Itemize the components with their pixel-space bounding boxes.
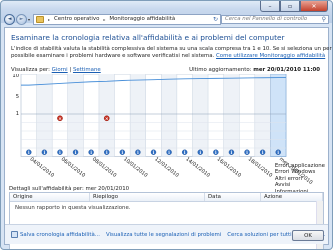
x-tick-label: 04/01/2010 (29, 156, 55, 178)
navigation-bar: ◄ ► ▾ ▸ Centro operativo ▸ Monitoraggio … (4, 13, 329, 25)
control-panel-window: – ▫ ✕ ◄ ► ▾ ▸ Centro operativo ▸ Monitor… (0, 0, 333, 250)
x-tick-label: 18/01/2010 (247, 156, 273, 178)
caption-buttons: – ▫ ✕ (260, 1, 328, 12)
footer-bar: Salva cronologia affidabilità... Visuali… (5, 224, 328, 244)
reliability-chart[interactable]: 10 5 1 × × i i i i i i i i i i i i i i i i i 04/01/2010 06/01/2… (11, 73, 327, 195)
page-title: Esaminare la cronologia relativa all'aff… (11, 33, 285, 42)
back-arrow-icon: ◄ (7, 16, 12, 22)
page-description: L'indice di stabilità valuta la stabilit… (11, 46, 332, 60)
last-update: Ultimo aggiornamento: mer 20/01/2010 11:… (189, 67, 320, 73)
y-tick-label: 10 (12, 74, 19, 79)
view-all-reports-label: Visualizza tutte le segnalazioni di prob… (105, 231, 222, 238)
breadcrumb-monitoraggio[interactable]: Monitoraggio affidabilità (107, 16, 177, 22)
column-shade (36, 74, 53, 157)
save-history-label: Salva cronologia affidabilità... (20, 231, 100, 238)
back-button[interactable]: ◄ (4, 13, 15, 25)
view-by-separator: | (69, 67, 72, 73)
column-riepilogo[interactable]: Riepilogo (90, 193, 205, 201)
column-shade (223, 74, 240, 157)
error-glyph: × (58, 116, 62, 122)
search-input[interactable]: Cerca nel Pannello di controllo ⚲ (221, 14, 329, 24)
column-shade (67, 74, 84, 157)
selected-column (270, 73, 287, 157)
chart-legend: Errori applicazione Errori Windows Altri… (275, 163, 325, 195)
search-placeholder: Cerca nel Pannello di controllo (225, 16, 308, 22)
column-shade (192, 74, 209, 157)
forward-arrow-icon: ► (19, 16, 24, 22)
maximize-button[interactable]: ▫ (280, 1, 300, 12)
chart-plot-area (20, 73, 287, 157)
view-by-label: Visualizza per: (11, 67, 50, 73)
description-text: possibile esaminare i problemi hardware … (11, 53, 215, 60)
column-shade (98, 74, 115, 157)
refresh-icon[interactable]: ↻ (213, 16, 218, 23)
search-icon[interactable]: ⚲ (322, 16, 326, 23)
view-by-weeks-link[interactable]: Settimane (73, 67, 101, 73)
column-data[interactable]: Data (205, 193, 261, 201)
last-update-value: mer 20/01/2010 11:00 (253, 67, 320, 73)
column-shade (254, 74, 271, 157)
breadcrumb-centro-operativo[interactable]: Centro operativo (52, 16, 101, 22)
view-by-selector: Visualizza per: Giorni | Settimane (11, 67, 101, 73)
y-tick-label: 1 (16, 111, 19, 117)
x-tick-label: 06/01/2010 (60, 156, 86, 178)
x-tick-label: 14/01/2010 (184, 156, 210, 178)
main-content: Esaminare la cronologia relativa all'aff… (4, 27, 332, 249)
x-tick-label: 12/01/2010 (153, 156, 179, 178)
view-by-days-link[interactable]: Giorni (52, 67, 68, 73)
help-link[interactable]: Come utilizzare Monitoraggio affidabilit… (216, 53, 325, 59)
y-tick-label: 5 (16, 94, 19, 100)
recent-pages-dropdown[interactable]: ▾ (28, 17, 30, 22)
empty-message: Nessun rapporto in questa visualizzazion… (15, 205, 131, 211)
column-shade (130, 74, 146, 157)
last-update-label: Ultimo aggiornamento: (189, 67, 252, 73)
ok-button[interactable]: OK (292, 230, 324, 241)
control-panel-icon (36, 15, 44, 23)
description-line-2: possibile esaminare i problemi hardware … (11, 53, 329, 60)
column-azione[interactable]: Azione (261, 193, 323, 201)
column-origine[interactable]: Origine (10, 193, 90, 201)
x-tick-label: 10/01/2010 (122, 156, 148, 178)
close-button[interactable]: ✕ (300, 1, 328, 12)
save-history-link[interactable]: Salva cronologia affidabilità... (11, 231, 100, 238)
forward-button[interactable]: ► (16, 13, 27, 25)
x-tick-label: 08/01/2010 (91, 156, 117, 178)
minimize-button[interactable]: – (260, 1, 280, 12)
details-table-header: Origine Riepilogo Data Azione (10, 193, 323, 202)
x-tick-label: 16/01/2010 (216, 156, 242, 178)
view-all-reports-link[interactable]: Visualizza tutte le segnalazioni di prob… (106, 232, 221, 238)
address-bar[interactable]: ▸ Centro operativo ▸ Monitoraggio affida… (33, 13, 221, 25)
save-icon (11, 231, 18, 238)
column-shade (161, 74, 177, 157)
error-glyph: × (105, 116, 109, 122)
